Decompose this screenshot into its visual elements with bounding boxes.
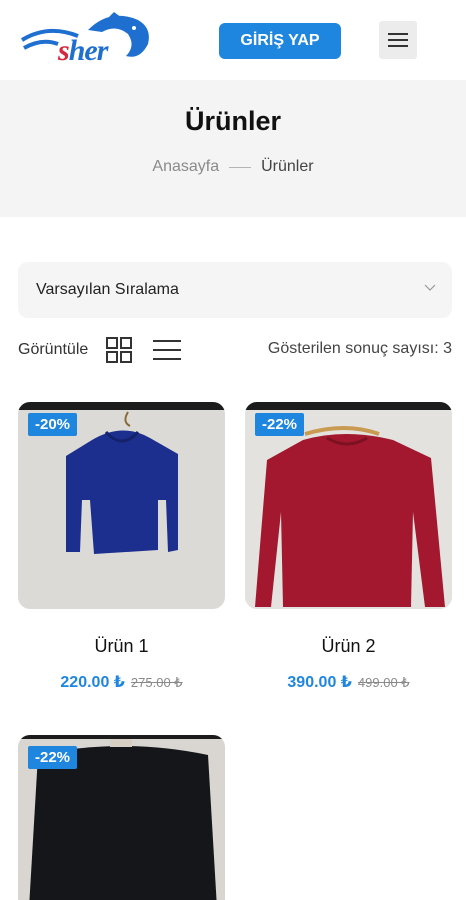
hamburger-menu-icon — [388, 33, 408, 47]
breadcrumb: Anasayfa Ürünler — [0, 158, 466, 176]
page-header-band: Ürünler Anasayfa Ürünler — [0, 80, 466, 217]
logo-letter-s: s — [58, 34, 70, 67]
discount-badge: -22% — [28, 746, 78, 769]
current-price: 390.00 ₺ — [287, 674, 352, 691]
discount-badge: -20% — [28, 413, 78, 436]
breadcrumb-home-link[interactable]: Anasayfa — [152, 158, 219, 176]
login-button[interactable]: GİRİŞ YAP — [219, 23, 341, 59]
current-price: 220.00 ₺ — [60, 674, 125, 691]
view-toolbar: Görüntüle Gösterilen sonuç sayısı: 3 — [18, 334, 452, 366]
discount-badge: -22% — [255, 413, 305, 436]
chevron-down-icon — [424, 284, 436, 291]
fisher-logo[interactable]: sher — [18, 10, 154, 70]
sort-select[interactable]: Varsayılan Sıralama — [18, 262, 452, 318]
sort-selected-value: Varsayılan Sıralama — [36, 281, 179, 298]
old-price: 499.00 ₺ — [357, 675, 410, 690]
breadcrumb-current: Ürünler — [261, 158, 314, 175]
product-card[interactable]: -22% Ürün 2 390.00 ₺ 499.00 ₺ — [245, 402, 452, 702]
menu-button[interactable] — [379, 21, 417, 59]
product-image[interactable]: -22% — [245, 402, 452, 609]
page-title: Ürünler — [184, 106, 282, 136]
result-count: Gösterilen sonuç sayısı: 3 — [267, 340, 452, 357]
product-card[interactable]: -22% — [18, 735, 225, 900]
site-header: sher GİRİŞ YAP — [0, 0, 466, 80]
product-price: 220.00 ₺ 275.00 ₺ — [18, 672, 225, 692]
breadcrumb-separator — [229, 166, 252, 168]
old-price: 275.00 ₺ — [130, 675, 183, 690]
logo-letters-her: her — [68, 34, 109, 67]
product-name[interactable]: Ürün 1 — [18, 636, 225, 657]
grid-view-icon[interactable] — [104, 335, 134, 365]
view-label: Görüntüle — [18, 341, 89, 358]
product-image[interactable]: -22% — [18, 735, 225, 900]
product-card[interactable]: -20% Ürün 1 220.00 ₺ 275.00 ₺ — [18, 402, 225, 702]
product-image[interactable]: -20% — [18, 402, 225, 609]
product-price: 390.00 ₺ 499.00 ₺ — [245, 672, 452, 692]
product-name[interactable]: Ürün 2 — [245, 636, 452, 657]
list-view-icon[interactable] — [152, 335, 182, 365]
